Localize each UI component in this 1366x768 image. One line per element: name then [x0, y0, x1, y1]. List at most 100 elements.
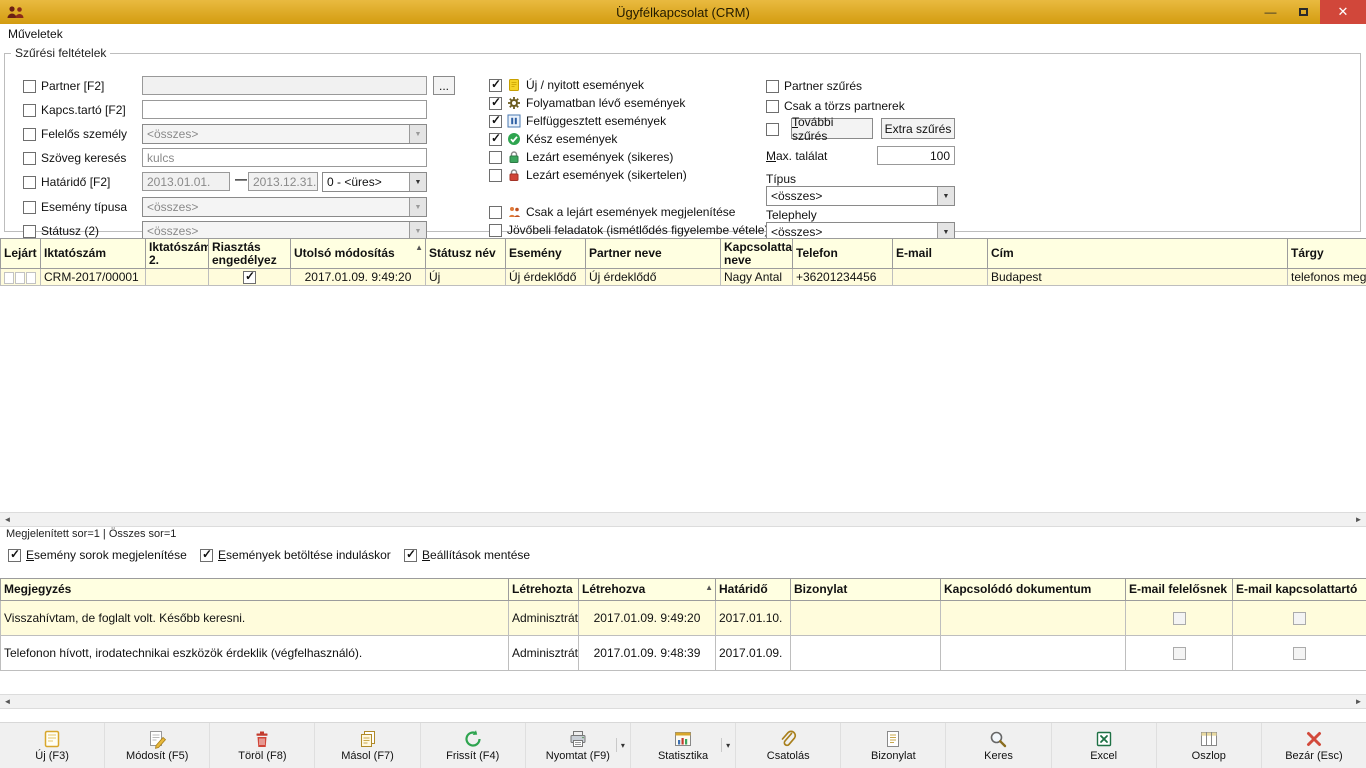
- scroll-right-icon[interactable]: ►: [1351, 695, 1366, 708]
- esemeny-tipus-checkbox[interactable]: [23, 201, 36, 214]
- tipus-select[interactable]: <összes>▼: [766, 186, 955, 206]
- kapcstarto-input[interactable]: [142, 100, 427, 119]
- new-button[interactable]: Új (F3): [0, 723, 105, 768]
- hatarido-range-select[interactable]: 0 - <üres>▼: [322, 172, 427, 192]
- closed-fail-checkbox[interactable]: [489, 169, 502, 182]
- option-esemenyek-betoltese[interactable]: Események betöltése induláskor: [200, 547, 391, 563]
- col-statusz-nev[interactable]: Státusz név: [426, 239, 506, 269]
- dropdown-arrow-icon[interactable]: ▾: [721, 738, 730, 752]
- cell-statusz-nev[interactable]: Új: [426, 269, 506, 286]
- partner-input[interactable]: [142, 76, 427, 95]
- col-email-kapcsolattarto[interactable]: E-mail kapcsolattartó: [1233, 579, 1366, 601]
- minimize-button[interactable]: —: [1254, 0, 1287, 24]
- col-iktatoszam[interactable]: Iktatószám: [41, 239, 146, 269]
- closed-success-checkbox[interactable]: [489, 151, 502, 164]
- search-button[interactable]: Keres: [946, 723, 1051, 768]
- scroll-right-icon[interactable]: ►: [1351, 513, 1366, 526]
- esemeny-sorok-checkbox[interactable]: [8, 549, 21, 562]
- close-button[interactable]: ✕: [1320, 0, 1366, 24]
- in-progress-checkbox[interactable]: [489, 97, 502, 110]
- col-targy[interactable]: Tárgy: [1288, 239, 1366, 269]
- cell-kapcsolattarto[interactable]: Nagy Antal: [721, 269, 793, 286]
- esemeny-tipus-select[interactable]: <összes>▼: [142, 197, 427, 217]
- col-letrehozta[interactable]: Létrehozta: [509, 579, 579, 601]
- max-talalat-input[interactable]: 100: [877, 146, 955, 165]
- extra-szures-button[interactable]: Extra szűrés: [881, 118, 955, 139]
- columns-button[interactable]: Oszlop: [1157, 723, 1262, 768]
- cell-dokumentum[interactable]: [941, 636, 1126, 671]
- szoveg-input[interactable]: kulcs: [142, 148, 427, 167]
- col-email-felelosnek[interactable]: E-mail felelősnek: [1126, 579, 1233, 601]
- main-grid-hscrollbar[interactable]: ◄ ►: [0, 512, 1366, 527]
- col-email[interactable]: E-mail: [893, 239, 988, 269]
- col-bizonylat[interactable]: Bizonylat: [791, 579, 941, 601]
- done-checkbox[interactable]: [489, 133, 502, 146]
- riasztas-checkbox[interactable]: [243, 271, 256, 284]
- menu-muveletek[interactable]: Műveletek: [0, 27, 71, 41]
- cell-partner-neve[interactable]: Új érdeklődő: [586, 269, 721, 286]
- col-lejart[interactable]: Lejárt: [1, 239, 41, 269]
- col-iktatoszam2[interactable]: Iktatószám 2.: [146, 239, 209, 269]
- excel-button[interactable]: Excel: [1052, 723, 1157, 768]
- edit-button[interactable]: Módosít (F5): [105, 723, 210, 768]
- tovabbi-szures-checkbox[interactable]: [766, 123, 779, 136]
- scroll-left-icon[interactable]: ◄: [0, 513, 15, 526]
- statusz-checkbox[interactable]: [23, 225, 36, 238]
- refresh-button[interactable]: Frissít (F4): [421, 723, 526, 768]
- cell-telefon[interactable]: +36201234456: [793, 269, 893, 286]
- statistics-button[interactable]: Statisztika ▾: [631, 723, 736, 768]
- cell-iktatoszam2[interactable]: [146, 269, 209, 286]
- hatarido-checkbox[interactable]: [23, 176, 36, 189]
- torzs-partner-checkbox[interactable]: [766, 100, 779, 113]
- option-beallitasok-mentese[interactable]: Beállítások mentése: [404, 547, 530, 563]
- partner-browse-button[interactable]: ...: [433, 76, 455, 95]
- col-cim[interactable]: Cím: [988, 239, 1288, 269]
- partner-szures-checkbox[interactable]: [766, 80, 779, 93]
- cell-megjegyzes[interactable]: Telefonon hívott, irodatechnikai eszközö…: [1, 636, 509, 671]
- cell-utolso-modositas[interactable]: 2017.01.09. 9:49:20: [291, 269, 426, 286]
- notes-row[interactable]: Visszahívtam, de foglalt volt. Később ke…: [1, 601, 1366, 636]
- cell-letrehozta[interactable]: Adminisztrátor: [509, 601, 579, 636]
- szoveg-checkbox[interactable]: [23, 152, 36, 165]
- expired-only-checkbox[interactable]: [489, 206, 502, 219]
- future-tasks-checkbox[interactable]: [489, 224, 502, 237]
- esemenyek-betoltese-checkbox[interactable]: [200, 549, 213, 562]
- notes-row[interactable]: Telefonon hívott, irodatechnikai eszközö…: [1, 636, 1366, 671]
- cell-letrehozta[interactable]: Adminisztrátor: [509, 636, 579, 671]
- cell-riasztas[interactable]: [209, 269, 291, 286]
- col-kapcsolodo-dokumentum[interactable]: Kapcsolódó dokumentum: [941, 579, 1126, 601]
- cell-bizonylat[interactable]: [791, 601, 941, 636]
- copy-button[interactable]: Másol (F7): [315, 723, 420, 768]
- col-riasztas[interactable]: Riasztás engedélyez: [209, 239, 291, 269]
- main-grid-row[interactable]: CRM-2017/00001 2017.01.09. 9:49:20 Új Új…: [1, 269, 1366, 286]
- maximize-button[interactable]: [1287, 0, 1320, 24]
- cell-letrehozva[interactable]: 2017.01.09. 9:49:20: [579, 601, 716, 636]
- cell-email[interactable]: [893, 269, 988, 286]
- col-utolso-modositas[interactable]: Utolsó módosítás▲: [291, 239, 426, 269]
- cell-hatarido[interactable]: 2017.01.10.: [716, 601, 791, 636]
- felelos-select[interactable]: <összes>▼: [142, 124, 427, 144]
- delete-button[interactable]: Töröl (F8): [210, 723, 315, 768]
- new-events-checkbox[interactable]: [489, 79, 502, 92]
- col-letrehozva[interactable]: Létrehozva▲: [579, 579, 716, 601]
- notes-grid-hscrollbar[interactable]: ◄ ►: [0, 694, 1366, 709]
- cell-megjegyzes[interactable]: Visszahívtam, de foglalt volt. Később ke…: [1, 601, 509, 636]
- option-esemeny-sorok[interactable]: Esemény sorok megjelenítése: [8, 547, 187, 563]
- dropdown-arrow-icon[interactable]: ▾: [616, 738, 625, 752]
- hatarido-to-input[interactable]: 2013.12.31.: [248, 172, 318, 191]
- col-megjegyzes[interactable]: Megjegyzés: [1, 579, 509, 601]
- partner-checkbox[interactable]: [23, 80, 36, 93]
- felelos-checkbox[interactable]: [23, 128, 36, 141]
- beallitasok-mentese-checkbox[interactable]: [404, 549, 417, 562]
- kapcstarto-checkbox[interactable]: [23, 104, 36, 117]
- hatarido-from-input[interactable]: 2013.01.01.: [142, 172, 230, 191]
- col-esemeny[interactable]: Esemény: [506, 239, 586, 269]
- cell-targy[interactable]: telefonos megk: [1288, 269, 1366, 286]
- suspended-checkbox[interactable]: [489, 115, 502, 128]
- cell-letrehozva[interactable]: 2017.01.09. 9:48:39: [579, 636, 716, 671]
- scroll-left-icon[interactable]: ◄: [0, 695, 15, 708]
- cell-bizonylat[interactable]: [791, 636, 941, 671]
- col-telefon[interactable]: Telefon: [793, 239, 893, 269]
- print-button[interactable]: Nyomtat (F9) ▾: [526, 723, 631, 768]
- cell-dokumentum[interactable]: [941, 601, 1126, 636]
